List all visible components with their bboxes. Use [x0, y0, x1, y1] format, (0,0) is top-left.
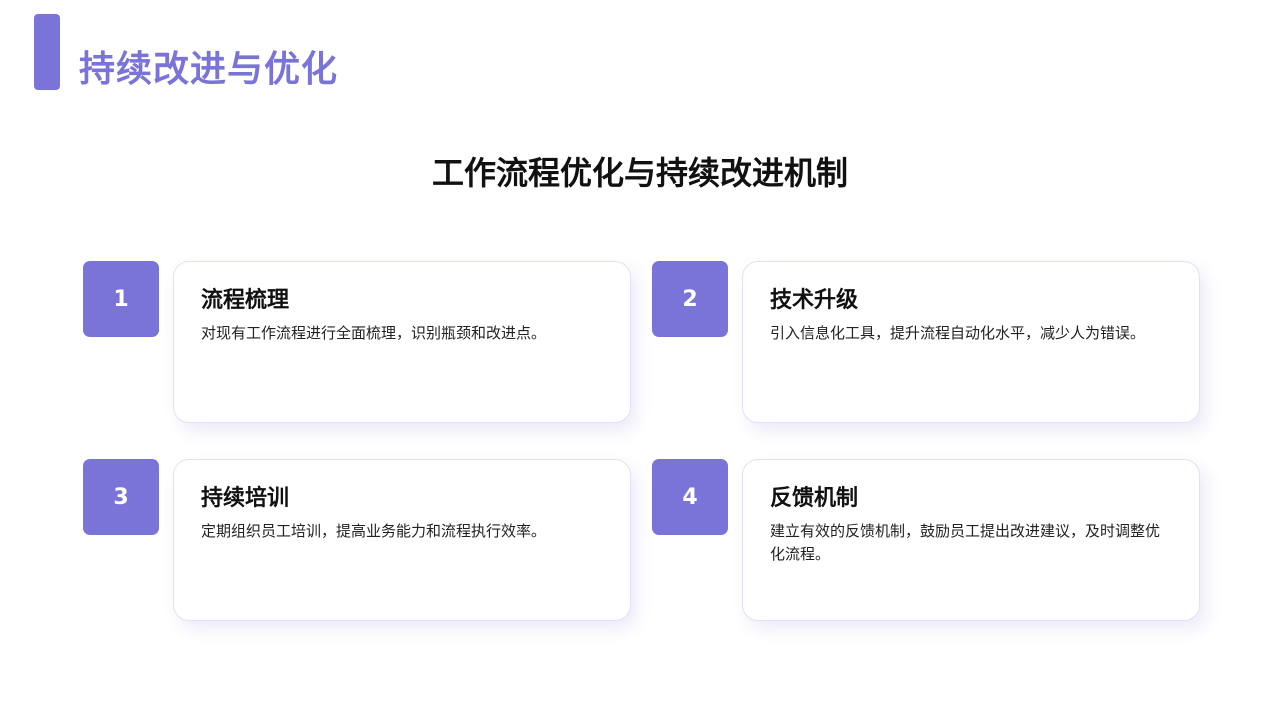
step-card: 流程梳理 对现有工作流程进行全面梳理，识别瓶颈和改进点。 — [173, 261, 631, 423]
step-number-badge: 1 — [83, 261, 159, 337]
step-title: 流程梳理 — [201, 288, 290, 313]
step-card: 持续培训 定期组织员工培训，提高业务能力和流程执行效率。 — [173, 459, 631, 621]
step-card: 技术升级 引入信息化工具，提升流程自动化水平，减少人为错误。 — [742, 261, 1200, 423]
section-subtitle: 工作流程优化与持续改进机制 — [431, 154, 848, 192]
slide: 持续改进与优化 工作流程优化与持续改进机制 1 流程梳理 对现有工作流程进行全面… — [0, 0, 1280, 720]
step-item-1: 1 流程梳理 对现有工作流程进行全面梳理，识别瓶颈和改进点。 — [83, 261, 633, 426]
slide-title: 持续改进与优化 — [79, 49, 339, 90]
step-item-2: 2 技术升级 引入信息化工具，提升流程自动化水平，减少人为错误。 — [652, 261, 1202, 426]
step-title: 反馈机制 — [770, 486, 859, 511]
step-number-badge: 3 — [83, 459, 159, 535]
step-item-4: 4 反馈机制 建立有效的反馈机制，鼓励员工提出改进建议，及时调整优化流程。 — [652, 459, 1202, 624]
step-number-badge: 4 — [652, 459, 728, 535]
step-description: 建立有效的反馈机制，鼓励员工提出改进建议，及时调整优化流程。 — [770, 522, 1161, 563]
title-accent-bar — [34, 14, 60, 90]
step-card: 反馈机制 建立有效的反馈机制，鼓励员工提出改进建议，及时调整优化流程。 — [742, 459, 1200, 621]
step-number-badge: 2 — [652, 261, 728, 337]
step-title: 持续培训 — [201, 486, 290, 511]
step-description: 引入信息化工具，提升流程自动化水平，减少人为错误。 — [770, 324, 1146, 342]
step-description: 对现有工作流程进行全面梳理，识别瓶颈和改进点。 — [201, 324, 547, 342]
step-item-3: 3 持续培训 定期组织员工培训，提高业务能力和流程执行效率。 — [83, 459, 633, 624]
step-description: 定期组织员工培训，提高业务能力和流程执行效率。 — [201, 522, 547, 540]
step-title: 技术升级 — [770, 288, 859, 313]
